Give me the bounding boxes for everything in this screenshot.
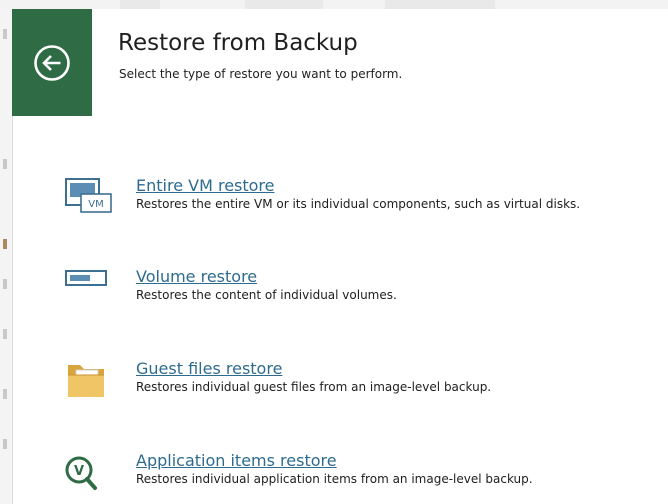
application-items-restore-link[interactable]: Application items restore [136, 451, 337, 470]
background-tab [385, 0, 495, 9]
background-tab [120, 0, 160, 9]
volume-restore-option[interactable]: Volume restore Restores the content of i… [60, 267, 668, 311]
application-icon-letter: V [74, 464, 84, 479]
window-top-strip [0, 0, 668, 9]
guest-files-restore-description: Restores individual guest files from an … [136, 380, 492, 394]
entire-vm-restore-link[interactable]: Entire VM restore [136, 176, 275, 195]
application-search-icon: V [65, 456, 97, 490]
entire-vm-restore-option[interactable]: VM Entire VM restore Restores the entire… [60, 176, 668, 220]
folder-icon [68, 365, 104, 397]
page-title: Restore from Backup [118, 30, 358, 56]
back-button[interactable] [12, 9, 92, 116]
entire-vm-restore-description: Restores the entire VM or its individual… [136, 197, 581, 211]
back-arrow-icon [34, 44, 70, 81]
application-items-restore-description: Restores individual application items fr… [136, 472, 533, 486]
vm-icon-label: VM [88, 199, 103, 210]
background-tab [245, 0, 323, 9]
volume-icon [65, 270, 107, 286]
guest-files-restore-option[interactable]: Guest files restore Restores individual … [60, 359, 668, 403]
volume-restore-description: Restores the content of individual volum… [136, 288, 397, 302]
application-items-restore-option[interactable]: V Application items restore Restores ind… [60, 451, 668, 495]
vm-icon: VM [65, 178, 112, 213]
page-subtitle: Select the type of restore you want to p… [119, 67, 403, 81]
guest-files-restore-link[interactable]: Guest files restore [136, 359, 282, 378]
volume-restore-link[interactable]: Volume restore [136, 267, 257, 286]
